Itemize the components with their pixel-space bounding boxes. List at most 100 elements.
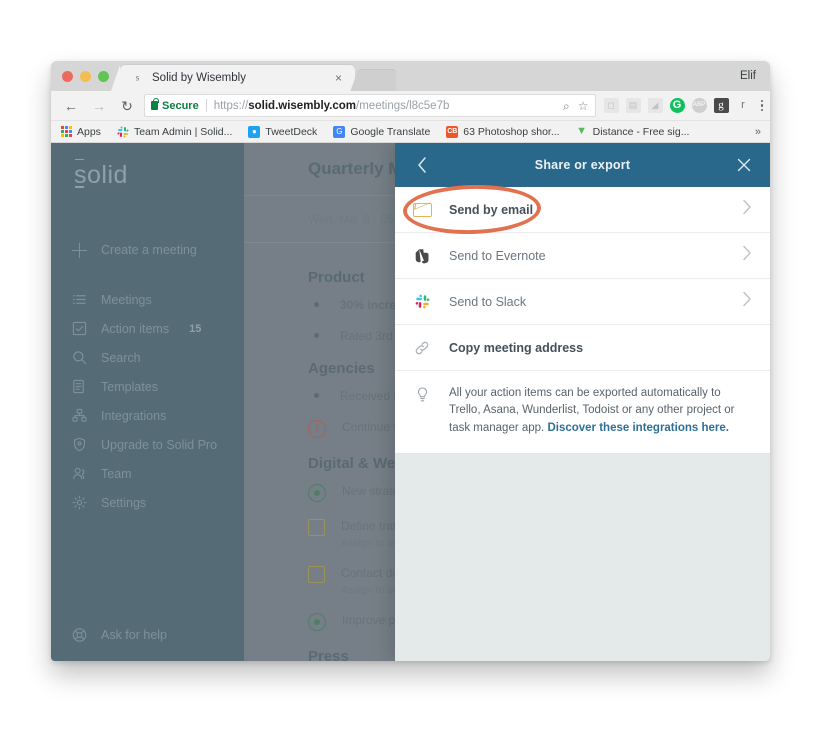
decision-icon [308,484,326,502]
sidebar-item-upgrade-to-solid-pro[interactable]: Upgrade to Solid Pro [51,430,244,459]
bookmark-apps[interactable]: Apps [51,125,109,138]
share-option-label: Send to Slack [449,294,527,309]
sidebar-item-label: Templates [101,379,158,394]
lifebuoy-icon [72,628,87,643]
sidebar-item-team[interactable]: Team [51,459,244,488]
checkbox-icon [72,321,87,336]
window-controls[interactable] [62,71,109,82]
task-checkbox-icon[interactable] [308,519,325,536]
bookmarks-overflow-icon[interactable]: » [755,126,770,138]
integrations-tip: All your action items can be exported au… [395,371,770,455]
close-icon[interactable] [732,143,756,187]
sidebar-item-label: Meetings [101,292,152,307]
address-bar[interactable]: Secure https://solid.wisembly.com/meetin… [144,94,596,117]
search-icon [72,350,87,365]
minimize-window-button[interactable] [80,71,91,82]
sidebar-item-action-items[interactable]: Action items 15 [51,314,244,343]
adblock-icon[interactable]: ABP [691,98,707,113]
bookmark-photoshop-shortcuts[interactable]: CB 63 Photoshop shor... [438,125,567,138]
back-icon[interactable]: ← [60,95,82,117]
chevron-right-icon [742,245,752,266]
share-option-label: Send by email [449,202,534,217]
bookmark-distance[interactable]: ▼ Distance - Free sig... [568,126,698,138]
browser-toolbar: ← → ↻ Secure https://solid.wisembly.com/… [51,91,770,121]
profile-name[interactable]: Elif [740,70,756,82]
share-export-panel: Share or export Send by email Send to Ev… [395,143,770,661]
evernote-icon [411,248,433,264]
sidebar-item-search[interactable]: Search [51,343,244,372]
sidebar-item-label: Team [101,466,132,481]
sidebar-item-label: Ask for help [101,628,168,642]
url-host: solid.wisembly.com [248,99,357,112]
distance-icon: ▼ [576,125,588,137]
sidebar-item-settings[interactable]: Settings [51,488,244,517]
app-viewport: s olid Create a meeting Meetings Action … [51,143,770,661]
tip-text: All your action items can be exported au… [449,385,750,437]
ghostery-icon[interactable]: g [713,98,729,113]
share-option-send-by-email[interactable]: Send by email [395,187,770,233]
pocket-icon[interactable]: ◢ [647,98,663,113]
solid-logo[interactable]: s olid [51,143,244,207]
share-option-send-to-slack[interactable]: Send to Slack [395,279,770,325]
sidebar-item-meetings[interactable]: Meetings [51,285,244,314]
twitter-icon: ● [248,125,261,138]
app-sidebar: s olid Create a meeting Meetings Action … [51,143,244,661]
forward-icon: → [92,97,106,114]
r-icon[interactable]: r [736,98,751,113]
link-icon [411,340,433,356]
discover-integrations-link[interactable]: Discover these integrations here. [547,422,729,434]
close-tab-icon[interactable]: × [335,72,342,84]
grammarly-icon[interactable]: G [669,98,685,113]
sidebar-item-ask-for-help[interactable]: Ask for help [51,608,244,661]
sidebar-item-create-meeting[interactable]: Create a meeting [51,229,244,271]
reload-icon[interactable]: ↻ [116,95,138,117]
apps-grid-icon [60,125,72,138]
share-option-copy-meeting-address[interactable]: Copy meeting address [395,325,770,371]
reader-icon[interactable]: ▤ [625,98,641,113]
browser-tab[interactable]: s Solid by Wisembly × [111,65,355,91]
bookmarks-bar: Apps Team Admin | Solid... ● TweetDeck G… [51,121,770,143]
gear-icon [72,495,87,510]
bullet-icon [308,329,324,338]
slack-icon [411,294,433,309]
zoom-search-icon[interactable]: ⌕ [563,100,570,112]
share-option-send-to-evernote[interactable]: Send to Evernote [395,233,770,279]
panel-header: Share or export [395,143,770,187]
sidebar-nav: Meetings Action items 15 Search Template… [51,285,244,517]
sidebar-item-label: Search [101,350,141,365]
bookmark-team-admin[interactable]: Team Admin | Solid... [109,126,240,138]
bookmark-tweetdeck[interactable]: ● TweetDeck [240,125,325,138]
bullet-icon [308,298,324,307]
sidebar-item-label: Integrations [101,408,167,423]
sidebar-item-label: Settings [101,495,147,510]
list-icon [72,292,87,307]
share-option-label: Send to Evernote [449,248,546,263]
security-label: Secure [162,99,199,112]
sidebar-item-label: Create a meeting [101,243,197,257]
bookmark-google-translate[interactable]: G Google Translate [325,125,438,138]
bookmark-label: Distance - Free sig... [592,125,690,138]
maximize-window-button[interactable] [98,71,109,82]
bookmark-star-icon[interactable]: ☆ [578,100,589,112]
lock-icon [151,97,159,110]
sidebar-item-label: Action items [101,321,170,336]
bookmark-label: Google Translate [350,125,431,138]
sidebar-item-label: Upgrade to Solid Pro [101,437,218,452]
bookmark-label: 63 Photoshop shor... [463,125,560,138]
chevron-left-icon[interactable] [408,143,436,187]
slack-icon [117,126,129,138]
new-tab-button[interactable] [350,69,396,92]
bookmark-label: Team Admin | Solid... [133,125,233,138]
chevron-right-icon [742,199,752,220]
close-window-button[interactable] [62,71,73,82]
photoshop-icon: CB [446,125,459,138]
browser-menu-icon[interactable] [759,99,771,112]
task-checkbox-icon[interactable] [308,566,325,583]
screenshot-stage: s Solid by Wisembly × Elif ← → ↻ Secure … [0,0,820,737]
google-translate-icon: G [333,125,346,138]
url-text: https://solid.wisembly.com/meetings/l8c5… [214,100,450,112]
bookmark-label: TweetDeck [265,125,318,138]
cast-icon[interactable]: ◻ [603,98,619,113]
sidebar-item-integrations[interactable]: Integrations [51,401,244,430]
sidebar-item-templates[interactable]: Templates [51,372,244,401]
